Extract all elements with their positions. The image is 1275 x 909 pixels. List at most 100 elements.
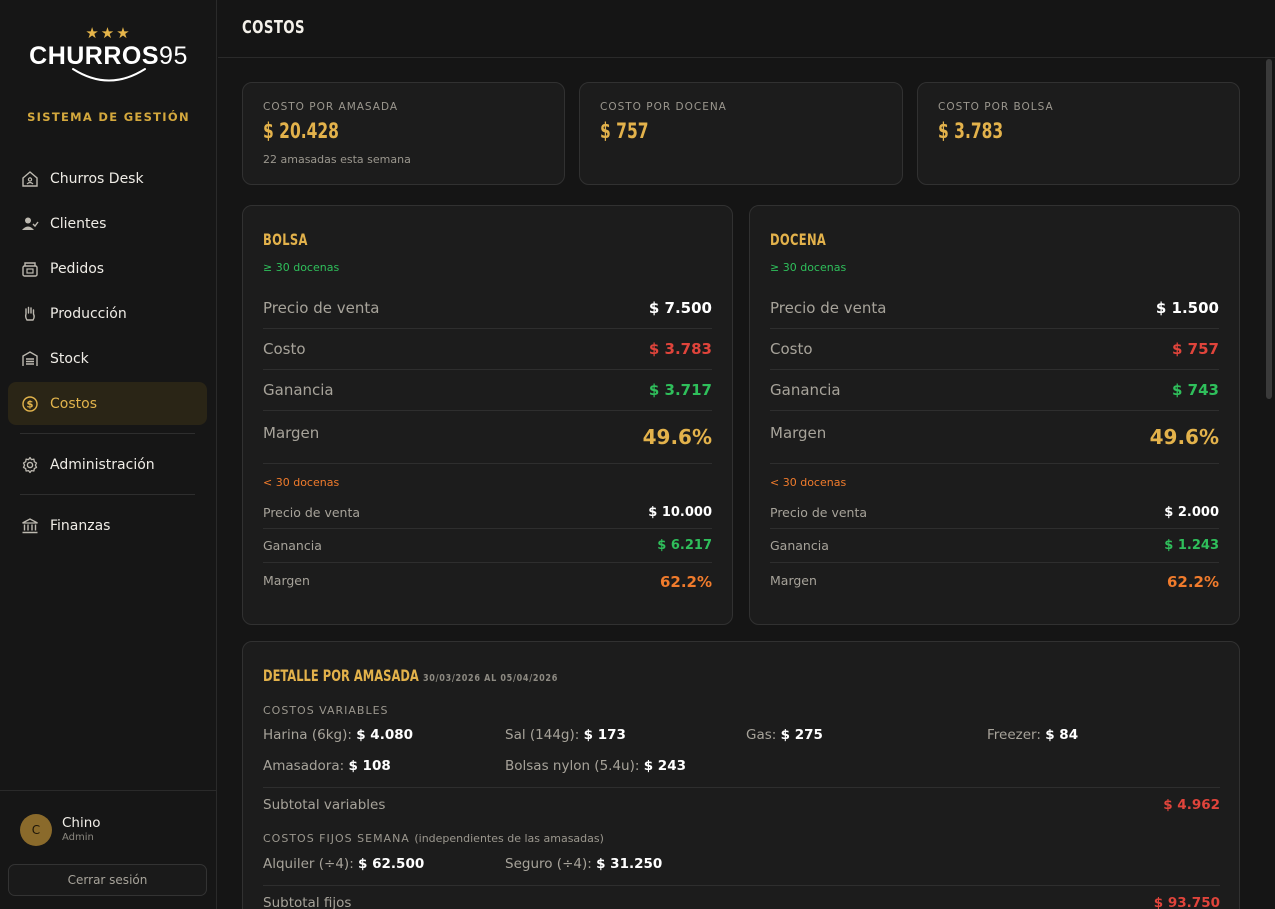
bolsa-title: BOLSA xyxy=(263,230,308,249)
detalle-header: DETALLE POR AMASADA 30/03/2026 AL 05/04/… xyxy=(263,666,582,685)
sidebar-item-pedidos[interactable]: Pedidos xyxy=(8,247,207,290)
subtotal-variables-row: Subtotal variables $ 4.962 xyxy=(263,797,1220,813)
sidebar-nav: Churros Desk Clientes Pedidos Producción… xyxy=(8,157,207,549)
row-label: Precio de venta xyxy=(770,504,868,520)
subtotal-fijos-row: Subtotal fijos $ 93.750 xyxy=(263,895,1220,909)
cost-item-gas: Gas: $ 275 xyxy=(746,727,823,743)
cost-item-label: Bolsas nylon (5.4u): xyxy=(505,758,640,774)
divider xyxy=(263,885,1220,886)
sidebar-item-label: Finanzas xyxy=(50,517,111,534)
sidebar-item-finanzas[interactable]: Finanzas xyxy=(8,504,207,547)
fijos-label-text: COSTOS FIJOS SEMANA xyxy=(263,832,410,845)
cost-item-label: Freezer: xyxy=(987,727,1041,743)
row-ganancia-low: Ganancia $ 1.243 xyxy=(770,529,1219,563)
cost-item-value: $ 31.250 xyxy=(596,856,663,872)
dollar-circle-icon: $ xyxy=(20,394,40,414)
row-value: $ 2.000 xyxy=(1164,504,1219,520)
avatar: C xyxy=(20,814,52,846)
detalle-date-range: 30/03/2026 AL 05/04/2026 xyxy=(423,673,559,684)
home-icon xyxy=(20,169,40,189)
cost-item-value: $ 243 xyxy=(643,758,686,774)
cost-item-amasadora: Amasadora: $ 108 xyxy=(263,758,391,774)
svg-text:$: $ xyxy=(27,399,34,410)
topbar: COSTOS xyxy=(218,0,1275,58)
box-icon xyxy=(20,259,40,279)
cost-item-value: $ 108 xyxy=(348,758,391,774)
cost-item-label: Seguro (÷4): xyxy=(505,856,592,872)
row-value: 49.6% xyxy=(642,425,712,449)
row-ganancia: Ganancia $ 3.717 xyxy=(263,370,712,411)
variables-label: COSTOS VARIABLES xyxy=(263,704,389,717)
user-check-icon xyxy=(20,214,40,234)
sidebar-item-costos[interactable]: $ Costos xyxy=(8,382,207,425)
sidebar: ★★★ CHURROS95 SISTEMA DE GESTIÓN Churros… xyxy=(0,0,217,909)
sidebar-item-produccion[interactable]: Producción xyxy=(8,292,207,335)
user-profile[interactable]: C Chino Admin xyxy=(20,814,101,846)
sidebar-item-clientes[interactable]: Clientes xyxy=(8,202,207,245)
subtotal-label: Subtotal fijos xyxy=(263,895,352,909)
row-costo: Costo $ 3.783 xyxy=(263,329,712,370)
row-value: 62.2% xyxy=(1166,573,1219,591)
row-ganancia-low: Ganancia $ 6.217 xyxy=(263,529,712,563)
nav-divider xyxy=(20,433,195,434)
row-value: $ 7.500 xyxy=(648,299,712,317)
sidebar-item-stock[interactable]: Stock xyxy=(8,337,207,380)
row-label: Margen xyxy=(263,424,320,442)
row-value: $ 3.717 xyxy=(648,381,712,399)
row-label: Costo xyxy=(263,340,306,358)
cost-item-label: Sal (144g): xyxy=(505,727,580,743)
stat-value: $ 757 xyxy=(600,119,649,143)
divider xyxy=(263,787,1220,788)
sidebar-item-label: Producción xyxy=(50,305,127,322)
row-label: Ganancia xyxy=(263,538,322,553)
row-margen: Margen 49.6% xyxy=(770,411,1219,464)
nav-divider xyxy=(20,494,195,495)
logout-button[interactable]: Cerrar sesión xyxy=(8,864,207,896)
row-label: Margen xyxy=(263,572,310,588)
detalle-title: DETALLE POR AMASADA xyxy=(263,666,419,685)
sidebar-item-administracion[interactable]: Administración xyxy=(8,443,207,486)
sidebar-item-churros-desk[interactable]: Churros Desk xyxy=(8,157,207,200)
cost-item-sal: Sal (144g): $ 173 xyxy=(505,727,626,743)
row-precio-venta: Precio de venta $ 7.500 xyxy=(263,288,712,329)
bolsa-card: BOLSA ≥ 30 docenas Precio de venta $ 7.5… xyxy=(242,205,733,625)
row-precio-venta: Precio de venta $ 1.500 xyxy=(770,288,1219,329)
cost-item-label: Gas: xyxy=(746,727,777,743)
stat-value: $ 20.428 xyxy=(263,119,339,143)
hand-icon xyxy=(20,304,40,324)
sidebar-item-label: Clientes xyxy=(50,215,107,232)
logo[interactable]: ★★★ CHURROS95 xyxy=(0,24,217,84)
sidebar-item-label: Pedidos xyxy=(50,260,105,277)
row-value: 62.2% xyxy=(659,573,712,591)
main-content: COSTO POR AMASADA $ 20.428 22 amasadas e… xyxy=(218,59,1265,909)
user-divider xyxy=(0,790,217,791)
row-label: Ganancia xyxy=(770,381,841,399)
scrollbar[interactable] xyxy=(1266,59,1272,399)
cost-item-seguro: Seguro (÷4): $ 31.250 xyxy=(505,856,662,872)
tier-low-label: < 30 docenas xyxy=(770,476,847,489)
subtotal-label: Subtotal variables xyxy=(263,797,386,813)
tagline: SISTEMA DE GESTIÓN xyxy=(27,110,190,124)
row-value: 49.6% xyxy=(1149,425,1219,449)
stat-label: COSTO POR BOLSA xyxy=(938,101,1054,113)
row-label: Precio de venta xyxy=(263,299,380,317)
row-margen-low: Margen 62.2% xyxy=(263,563,712,601)
tier-low-label: < 30 docenas xyxy=(263,476,340,489)
page-title: COSTOS xyxy=(242,17,305,38)
sidebar-item-label: Administración xyxy=(50,456,155,473)
row-label: Ganancia xyxy=(263,381,334,399)
brand-name: CHURROS95 xyxy=(0,42,217,70)
row-value: $ 10.000 xyxy=(648,504,712,520)
row-costo: Costo $ 757 xyxy=(770,329,1219,370)
stat-card-costo-docena: COSTO POR DOCENA $ 757 xyxy=(579,82,903,185)
tier-high-label: ≥ 30 docenas xyxy=(263,261,340,274)
sidebar-item-label: Stock xyxy=(50,350,89,367)
row-value: $ 1.243 xyxy=(1164,538,1219,553)
row-label: Margen xyxy=(770,572,817,588)
fijos-note: (independientes de las amasadas) xyxy=(414,832,604,845)
subtotal-value: $ 4.962 xyxy=(1163,797,1220,813)
row-margen: Margen 49.6% xyxy=(263,411,712,464)
fijos-label: COSTOS FIJOS SEMANA (independientes de l… xyxy=(263,832,604,845)
cost-item-value: $ 62.500 xyxy=(358,856,425,872)
cost-item-label: Harina (6kg): xyxy=(263,727,352,743)
